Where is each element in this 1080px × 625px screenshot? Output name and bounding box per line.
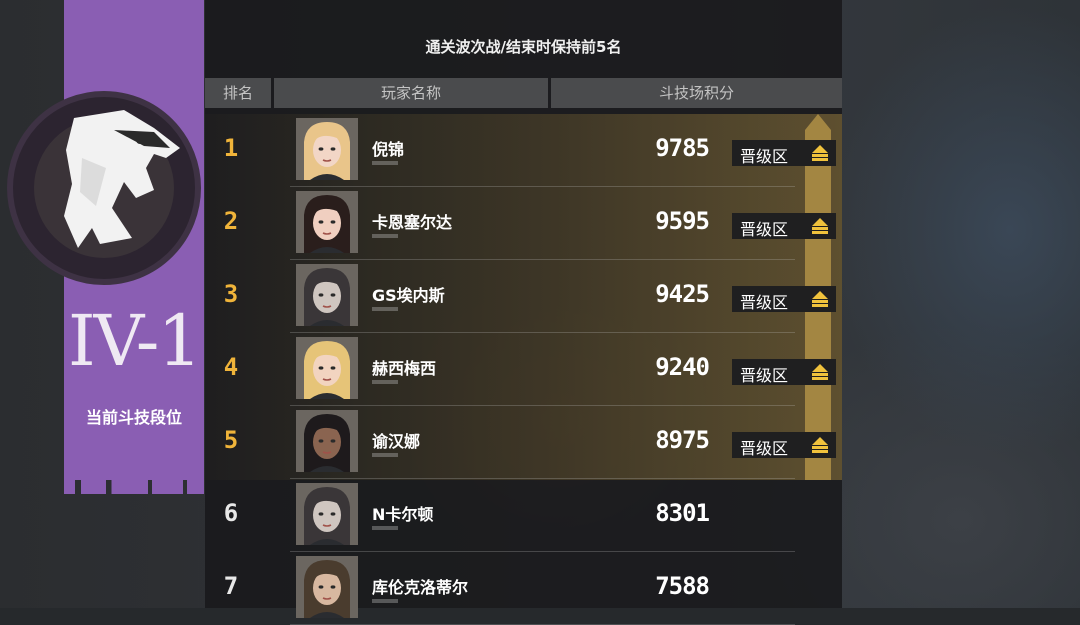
player-score: 7588: [655, 572, 710, 600]
row-rank: 5: [223, 426, 239, 454]
promotion-label: 晋级区: [740, 366, 789, 385]
promotion-arrow-icon: [806, 215, 834, 237]
header-score: 斗技场积分: [551, 78, 842, 108]
player-avatar[interactable]: [296, 410, 358, 472]
player-subtext: [372, 234, 398, 238]
player-subtext: [372, 453, 398, 457]
row-rank: 7: [223, 572, 239, 600]
table-row[interactable]: 6 N卡尔顿 8301: [205, 479, 842, 552]
player-name: 卡恩塞尔达: [372, 213, 453, 232]
promotion-badge: 晋级区: [732, 432, 836, 458]
promotion-label: 晋级区: [740, 293, 789, 312]
player-score: 9425: [655, 280, 710, 308]
header-rank: 排名: [205, 78, 271, 108]
player-name: N卡尔顿: [372, 505, 434, 524]
promotion-arrow-icon: [806, 434, 834, 456]
table-row[interactable]: 3 GS埃内斯 9425 晋级区: [205, 260, 842, 333]
player-avatar[interactable]: [296, 118, 358, 180]
table-row[interactable]: 4 赫西梅西 9240 晋级区: [205, 333, 842, 406]
promotion-label: 晋级区: [740, 439, 789, 458]
promotion-label: 晋级区: [740, 147, 789, 166]
promotion-arrow-icon: [806, 142, 834, 164]
avatar-portrait-icon: [296, 410, 358, 472]
avatar-portrait-icon: [296, 191, 358, 253]
player-score: 9595: [655, 207, 710, 235]
player-name: 赫西梅西: [372, 359, 437, 378]
eagle-emblem-icon: [7, 91, 201, 285]
player-avatar[interactable]: [296, 556, 358, 618]
avatar-portrait-icon: [296, 337, 358, 399]
player-subtext: [372, 307, 398, 311]
player-avatar[interactable]: [296, 191, 358, 253]
player-score: 9240: [655, 353, 710, 381]
table-row[interactable]: 7 库伦克洛蒂尔 7588: [205, 552, 842, 625]
avatar-portrait-icon: [296, 264, 358, 326]
condition-text: 通关波次战/结束时保持前5名: [425, 38, 622, 56]
table-row[interactable]: 5 谕汉娜 8975 晋级区: [205, 406, 842, 479]
player-name: 谕汉娜: [372, 432, 421, 451]
promotion-label: 晋级区: [740, 220, 789, 239]
player-score: 8301: [655, 499, 710, 527]
avatar-portrait-icon: [296, 483, 358, 545]
player-name: GS埃内斯: [372, 286, 445, 305]
row-rank: 1: [223, 134, 239, 162]
promotion-badge: 晋级区: [732, 359, 836, 385]
rank-label: 当前斗技段位: [85, 408, 182, 427]
avatar-portrait-icon: [296, 556, 358, 618]
promotion-arrow-icon: [806, 288, 834, 310]
player-subtext: [372, 380, 398, 384]
table-row[interactable]: 1 倪锦 9785 晋级区: [205, 114, 842, 187]
promotion-badge: 晋级区: [732, 286, 836, 312]
row-rank: 3: [223, 280, 239, 308]
promotion-badge: 晋级区: [732, 140, 836, 166]
player-score: 9785: [655, 134, 710, 162]
player-name: 库伦克洛蒂尔: [372, 578, 469, 597]
table-row[interactable]: 2 卡恩塞尔达 9595 晋级区: [205, 187, 842, 260]
player-avatar[interactable]: [296, 337, 358, 399]
player-subtext: [372, 161, 398, 165]
player-name: 倪锦: [372, 140, 405, 159]
avatar-portrait-icon: [296, 118, 358, 180]
row-rank: 4: [223, 353, 239, 381]
promotion-badge: 晋级区: [732, 213, 836, 239]
row-rank: 6: [223, 499, 239, 527]
player-avatar[interactable]: [296, 264, 358, 326]
player-score: 8975: [655, 426, 710, 454]
row-rank: 2: [223, 207, 239, 235]
player-subtext: [372, 526, 398, 530]
promotion-arrow-icon: [806, 361, 834, 383]
player-subtext: [372, 599, 398, 603]
rank-tier: IV-1: [68, 300, 202, 382]
header-player: 玩家名称: [274, 78, 548, 108]
player-avatar[interactable]: [296, 483, 358, 545]
